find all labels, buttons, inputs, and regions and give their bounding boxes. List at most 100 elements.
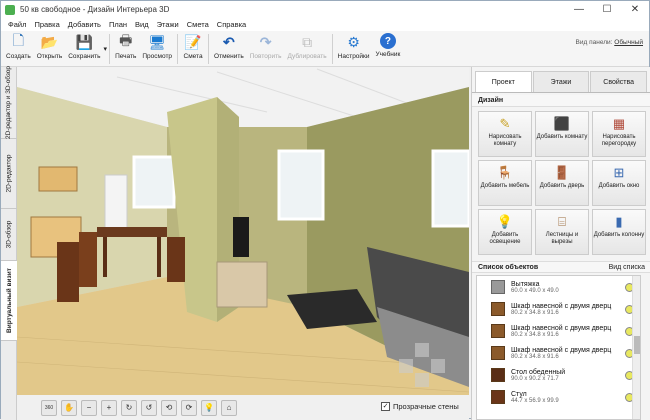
tab-project[interactable]: Проект — [475, 71, 532, 92]
menu-file[interactable]: Файл — [4, 20, 30, 29]
object-name: Стол обеденный — [511, 368, 566, 376]
add-room-button[interactable]: ⬛ Добавить комнату — [535, 111, 589, 157]
tab-3d-view[interactable]: 3D-обзор — [1, 209, 17, 261]
nav-right-arrow[interactable] — [431, 359, 445, 373]
home-view-icon[interactable]: ⌂ — [221, 399, 237, 416]
menu-help[interactable]: Справка — [213, 20, 250, 29]
nav-left-arrow[interactable] — [399, 359, 413, 373]
preview-button[interactable]: 🖥 Просмотр — [139, 31, 175, 67]
transparent-walls-toggle[interactable]: ✓ Прозрачные стены — [381, 402, 459, 411]
object-name: Шкаф навесной с двумя дверц — [511, 346, 612, 354]
close-button[interactable]: ✕ — [621, 1, 649, 18]
object-thumbnail — [491, 346, 505, 360]
add-column-button[interactable]: ▮ Добавить колонну — [592, 209, 646, 255]
print-button[interactable]: 🖶 Печать — [112, 31, 139, 67]
menu-add[interactable]: Добавить — [64, 20, 105, 29]
lighting-icon[interactable]: 💡 — [201, 399, 217, 416]
rotate-right-icon[interactable]: ↻ — [121, 399, 137, 416]
stairs-icon: ⌸ — [558, 214, 566, 229]
create-button[interactable]: 🗋 Создать — [3, 31, 34, 67]
chair — [167, 237, 185, 282]
objects-list: Вытяжка 60.0 x 49.0 x 49.0 Шкаф навесной … — [476, 275, 641, 420]
kitchen-upper-cabinet — [38, 166, 78, 192]
tab-properties[interactable]: Свойства — [590, 71, 648, 92]
window-right — [431, 149, 469, 228]
toolbar: 🗋 Создать 📂 Открыть 💾 Сохранить ▾ 🖶 Печа… — [1, 31, 649, 67]
list-view-button[interactable]: Вид списка — [609, 262, 645, 272]
tab-floors[interactable]: Этажи — [532, 71, 590, 92]
scrollbar-thumb[interactable] — [634, 336, 640, 354]
draw-wall-button[interactable]: ▦ Нарисовать перегородку — [592, 111, 646, 157]
refrigerator — [104, 174, 128, 236]
folder-open-icon: 📂 — [40, 33, 59, 50]
stairs-button[interactable]: ⌸ Лестницы и вырезы — [535, 209, 589, 255]
tutorial-label: Учебник — [375, 51, 401, 58]
add-furniture-icon: 🪑 — [496, 165, 514, 180]
object-thumbnail — [491, 302, 505, 316]
save-dropdown-icon[interactable]: ▾ — [104, 31, 108, 53]
main-area: 2D-редактор и 3D-обзор 2D-редактор 3D-об… — [1, 66, 650, 420]
preview-label: Просмотр — [142, 53, 173, 60]
menu-estimate[interactable]: Смета — [183, 20, 213, 29]
objects-list-scrollbar[interactable] — [632, 276, 640, 419]
object-name: Шкаф навесной с двумя дверц — [511, 324, 612, 332]
add-column-label: Добавить колонну — [593, 232, 645, 238]
save-button[interactable]: 💾 Сохранить — [65, 31, 103, 67]
settings-button[interactable]: ⚙ Настройки — [335, 31, 373, 67]
tab-2d-editor[interactable]: 2D-редактор — [1, 139, 17, 209]
tab-virtual-visit[interactable]: Виртуальный визит — [1, 261, 17, 341]
add-furniture-button[interactable]: 🪑 Добавить мебель — [478, 160, 532, 206]
create-label: Создать — [6, 53, 31, 60]
list-item[interactable]: Вытяжка 60.0 x 49.0 x 49.0 — [477, 276, 640, 298]
window-back — [277, 149, 325, 221]
new-document-icon: 🗋 — [12, 32, 24, 48]
objects-list-header: Список объектов Вид списка — [472, 261, 650, 273]
app-window: 50 кв свободное - Дизайн Интерьера 3D — … — [0, 0, 650, 420]
transparent-walls-label: Прозрачные стены — [393, 402, 459, 411]
object-dims: 80.2 x 34.8 x 91.6 — [511, 331, 559, 338]
view-controls-bar: 360 ✋ − + ↻ ↺ ⟲ ⟳ 💡 ⌂ ✓ Прозрачные стены — [17, 395, 469, 420]
3d-viewport[interactable] — [17, 67, 469, 395]
tilt-down-icon[interactable]: ⟳ — [181, 399, 197, 416]
transparent-walls-checkbox[interactable]: ✓ — [381, 402, 390, 411]
menu-plan[interactable]: План — [105, 20, 131, 29]
list-item[interactable]: Шкаф навесной с двумя дверц 80.2 x 34.8 x… — [477, 298, 640, 320]
nav-up-arrow[interactable] — [415, 343, 429, 357]
draw-room-icon: ✎ — [499, 116, 511, 131]
maximize-button[interactable]: ☐ — [593, 1, 621, 18]
nav-down-arrow[interactable] — [415, 373, 429, 387]
minimize-button[interactable]: — — [565, 1, 593, 18]
estimate-button[interactable]: 📝 Смета — [180, 31, 206, 67]
right-panel: Проект Этажи Свойства Дизайн ✎ Нарисоват… — [471, 67, 650, 420]
list-item[interactable]: Стул 44.7 x 56.9 x 99.9 — [477, 386, 640, 408]
list-item[interactable]: Шкаф навесной с двумя дверц 80.2 x 34.8 x… — [477, 320, 640, 342]
object-thumbnail — [491, 280, 505, 294]
menu-view[interactable]: Вид — [131, 20, 153, 29]
object-dims: 80.2 x 34.8 x 91.6 — [511, 353, 559, 360]
360-view-button[interactable]: 360 — [41, 399, 57, 416]
menu-edit[interactable]: Правка — [30, 20, 63, 29]
duplicate-button[interactable]: ⧉ Дублировать — [284, 31, 329, 67]
add-window-button[interactable]: ⊞ Добавить окно — [592, 160, 646, 206]
tab-2d-3d[interactable]: 2D-редактор и 3D-обзор — [1, 66, 17, 139]
table-leg — [103, 237, 107, 277]
undo-button[interactable]: ↶ Отменить — [211, 31, 247, 67]
object-name: Стул — [511, 390, 527, 398]
add-door-button[interactable]: 🚪 Добавить дверь — [535, 160, 589, 206]
dining-table-top — [97, 227, 167, 237]
draw-room-button[interactable]: ✎ Нарисовать комнату — [478, 111, 532, 157]
object-thumbnail — [491, 390, 505, 404]
open-button[interactable]: 📂 Открыть — [34, 31, 66, 67]
tilt-up-icon[interactable]: ⟲ — [161, 399, 177, 416]
zoom-in-icon[interactable]: + — [101, 399, 117, 416]
tutorial-button[interactable]: ? Учебник — [373, 31, 404, 67]
menu-floors[interactable]: Этажи — [153, 20, 183, 29]
zoom-out-icon[interactable]: − — [81, 399, 97, 416]
hand-tool-icon[interactable]: ✋ — [61, 399, 77, 416]
redo-button[interactable]: ↷ Повторить — [247, 31, 285, 67]
view-panel-link[interactable]: Обычный — [614, 39, 643, 46]
add-light-button[interactable]: 💡 Добавить освещение — [478, 209, 532, 255]
rotate-left-icon[interactable]: ↺ — [141, 399, 157, 416]
list-item[interactable]: Шкаф навесной с двумя дверц 80.2 x 34.8 x… — [477, 342, 640, 364]
list-item[interactable]: Стол обеденный 90.0 x 90.2 x 71.7 — [477, 364, 640, 386]
